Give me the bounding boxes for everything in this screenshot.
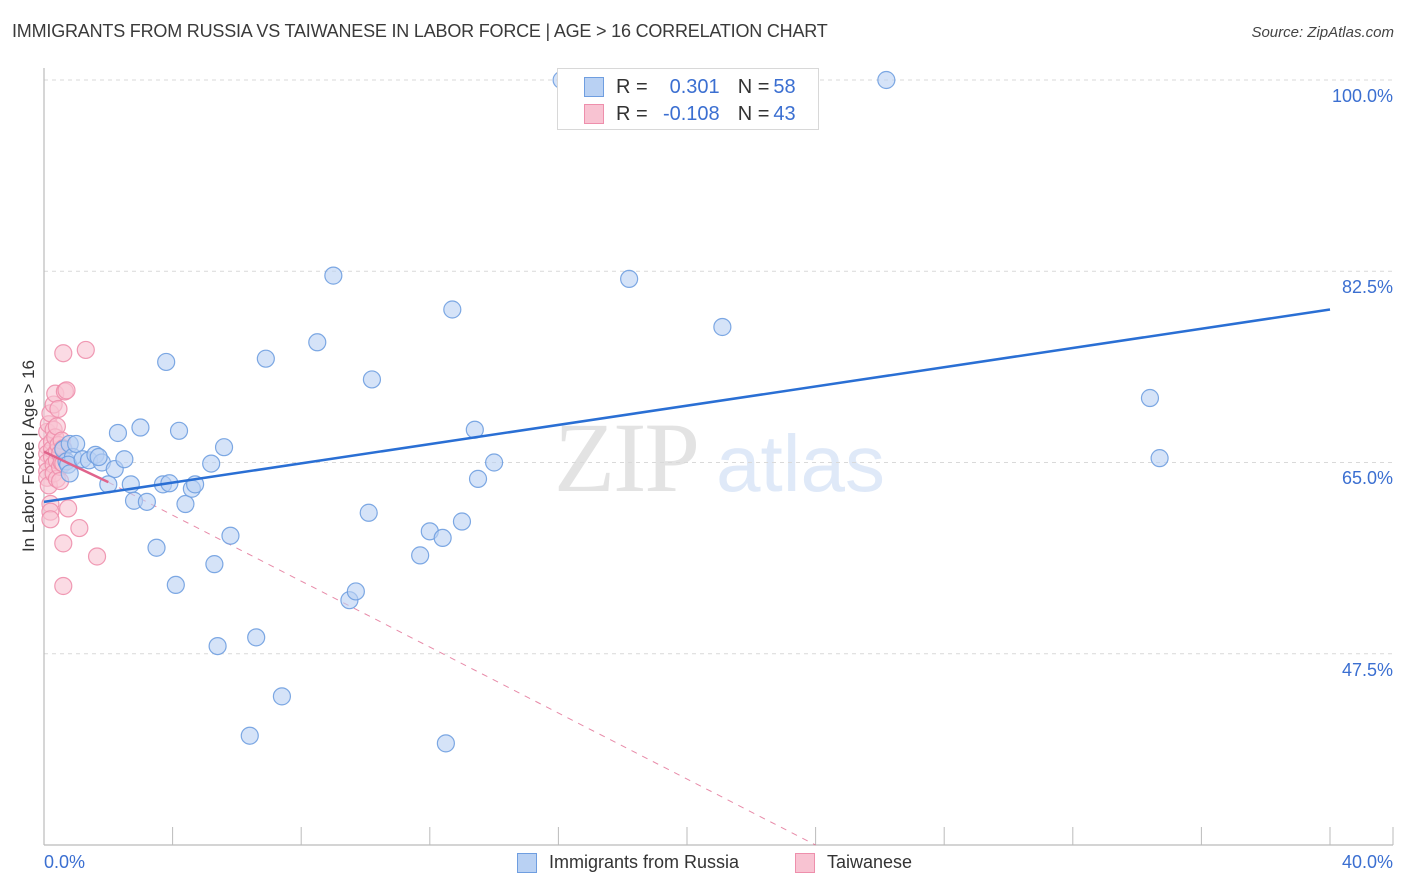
russia-point (89, 447, 108, 467)
russia-point (137, 492, 156, 511)
russia-point (272, 687, 292, 706)
taiwanese-point (49, 399, 68, 419)
n-label: N = (737, 75, 770, 98)
legend-label-russia: Immigrants from Russia (549, 852, 740, 872)
russia-point (1140, 388, 1160, 408)
russia-point (214, 438, 234, 457)
russia-point (1150, 449, 1169, 468)
taiwanese-point (41, 510, 60, 529)
russia-points (54, 70, 1169, 753)
r-value: -0.108 (662, 102, 720, 125)
taiwanese-point (54, 576, 73, 596)
russia-point (308, 333, 327, 352)
russia-legend-swatch (517, 852, 537, 873)
russia-point (877, 70, 896, 90)
gridlines (44, 79, 1393, 655)
russia-point (346, 582, 365, 601)
taiwanese-swatch (584, 104, 604, 124)
russia-point (240, 726, 259, 745)
taiwanese-trend-extension (108, 481, 816, 846)
y-tick-label-100: 100.0% (1331, 86, 1393, 106)
russia-point (108, 423, 128, 443)
russia-point (433, 528, 452, 548)
russia-point (205, 555, 224, 574)
russia-point (713, 317, 732, 337)
russia-point (256, 349, 275, 368)
taiwanese-point (54, 534, 73, 553)
taiwanese-point (54, 344, 73, 363)
y-tick-label-47-5: 47.5% (1341, 660, 1393, 680)
russia-point (485, 453, 504, 472)
russia-point (131, 418, 150, 437)
r-value: 0.301 (669, 75, 720, 98)
russia-point (157, 352, 176, 372)
scatter-chart (38, 68, 1394, 846)
taiwanese-point (76, 340, 95, 360)
russia-point (436, 734, 455, 753)
y-tick-label-82-5: 82.5% (1341, 277, 1393, 297)
r-label: R = (616, 75, 648, 98)
russia-point (147, 538, 166, 557)
russia-point (247, 628, 266, 647)
russia-point (115, 450, 134, 469)
stats-legend: R = 0.301 N = 58 R = -0.108 N = 43 (557, 68, 819, 130)
y-axis-label: In Labor Force | Age > 16 (19, 359, 38, 553)
russia-point (452, 512, 472, 531)
taiwanese-point (59, 499, 78, 518)
n-value: 58 (773, 75, 796, 98)
russia-point (208, 636, 227, 656)
taiwanese-point (70, 518, 89, 538)
stats-legend-row-taiwanese: R = -0.108 N = 43 (584, 101, 796, 127)
taiwanese-point (87, 547, 107, 566)
russia-point (202, 454, 221, 473)
russia-point (468, 469, 488, 488)
russia-point (620, 269, 639, 288)
russia-point (359, 503, 378, 522)
series-legend: Immigrants from Russia Taiwanese (0, 852, 1406, 878)
russia-point (362, 370, 382, 389)
russia-point (443, 300, 462, 319)
russia-swatch (584, 77, 604, 97)
stats-legend-row-russia: R = 0.301 N = 58 (584, 74, 796, 100)
russia-trend-line (43, 308, 1331, 504)
r-label: R = (616, 102, 648, 125)
taiwanese-legend-swatch (795, 852, 815, 873)
russia-point (169, 421, 189, 440)
russia-point (166, 575, 185, 595)
n-label: N = (737, 102, 770, 125)
legend-item-taiwanese[interactable]: Taiwanese (795, 852, 912, 873)
trend-lines (43, 308, 1331, 504)
taiwanese-point (57, 381, 76, 400)
n-value: 43 (773, 102, 796, 125)
russia-point (324, 266, 343, 285)
russia-point (411, 546, 430, 565)
taiwanese-trend-dashed (108, 481, 816, 846)
russia-point (221, 526, 240, 545)
russia-point (176, 494, 195, 514)
russia-point (67, 434, 86, 454)
legend-label-taiwanese: Taiwanese (827, 852, 913, 872)
y-tick-label-65: 65.0% (1341, 468, 1393, 488)
legend-item-russia[interactable]: Immigrants from Russia (517, 852, 739, 873)
